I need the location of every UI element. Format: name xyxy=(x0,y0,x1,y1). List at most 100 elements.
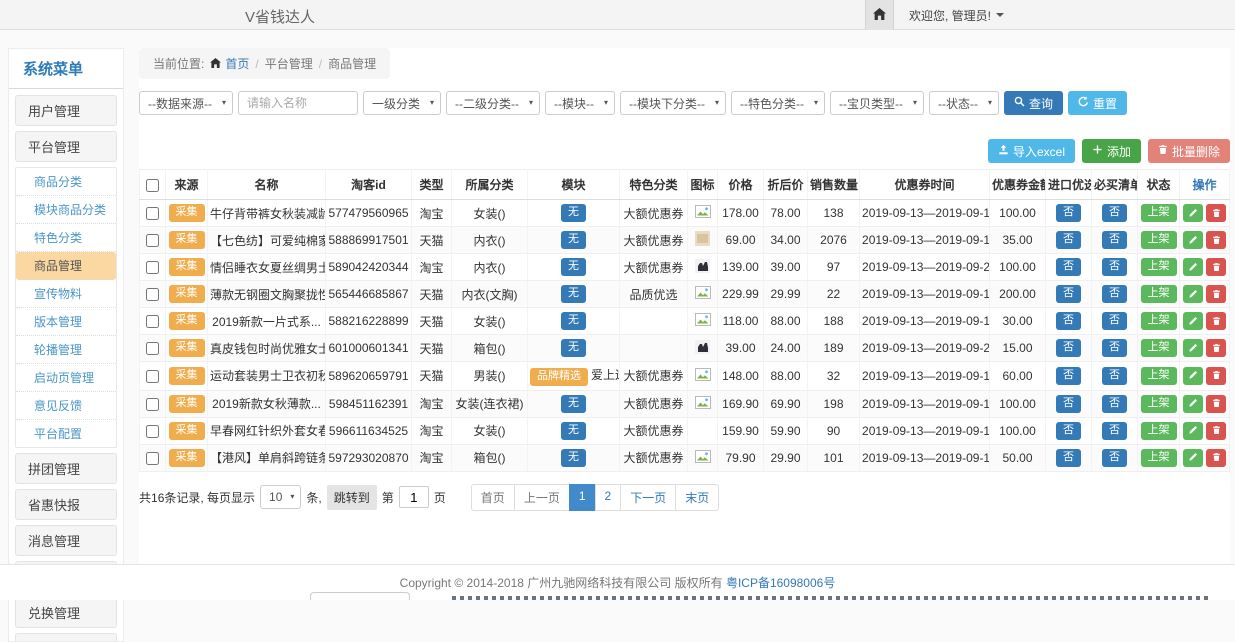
filter-select[interactable]: --模块下分类--▾ xyxy=(620,91,726,115)
import-flag-badge[interactable]: 否 xyxy=(1056,395,1081,413)
row-checkbox[interactable] xyxy=(146,288,159,301)
status-badge[interactable]: 上架 xyxy=(1141,449,1177,467)
page-number-input[interactable] xyxy=(399,486,429,508)
edit-button[interactable] xyxy=(1183,312,1203,330)
row-checkbox[interactable] xyxy=(146,207,159,220)
sidebar-subitem[interactable]: 商品管理 xyxy=(16,252,116,280)
import-flag-badge[interactable]: 否 xyxy=(1056,204,1081,222)
sidebar-subitem[interactable]: 商品分类 xyxy=(16,168,116,196)
delete-button[interactable] xyxy=(1206,258,1226,276)
import-excel-button[interactable]: 导入excel xyxy=(988,139,1075,163)
home-button[interactable] xyxy=(865,0,894,30)
sidebar-item[interactable]: 兑换管理 xyxy=(15,597,117,628)
must-buy-badge[interactable]: 否 xyxy=(1102,367,1127,385)
module-badge[interactable]: 无 xyxy=(561,258,586,276)
module-badge[interactable]: 无 xyxy=(561,204,586,222)
status-badge[interactable]: 上架 xyxy=(1141,231,1177,249)
row-checkbox[interactable] xyxy=(146,315,159,328)
module-badge[interactable]: 无 xyxy=(561,231,586,249)
sidebar-subitem[interactable]: 意见反馈 xyxy=(16,392,116,420)
sidebar-item[interactable]: 省惠快报 xyxy=(15,489,117,520)
module-badge[interactable]: 无 xyxy=(561,449,586,467)
status-badge[interactable]: 上架 xyxy=(1141,204,1177,222)
user-menu[interactable]: 欢迎您, 管理员! xyxy=(909,7,1004,24)
sidebar-subitem[interactable]: 轮播管理 xyxy=(16,336,116,364)
sidebar-item[interactable]: 消息管理 xyxy=(15,525,117,556)
edit-button[interactable] xyxy=(1183,258,1203,276)
row-checkbox[interactable] xyxy=(146,261,159,274)
status-badge[interactable]: 上架 xyxy=(1141,258,1177,276)
module-badge[interactable]: 无 xyxy=(561,395,586,413)
filter-select[interactable]: --数据来源--▾ xyxy=(139,91,233,115)
batch-delete-button[interactable]: 批量删除 xyxy=(1148,139,1230,163)
must-buy-badge[interactable]: 否 xyxy=(1102,449,1127,467)
page-button[interactable]: 下一页 xyxy=(620,484,676,511)
row-checkbox[interactable] xyxy=(146,342,159,355)
must-buy-badge[interactable]: 否 xyxy=(1102,231,1127,249)
status-badge[interactable]: 上架 xyxy=(1141,285,1177,303)
page-size-select[interactable]: 10 ▾ xyxy=(260,485,301,509)
edit-button[interactable] xyxy=(1183,339,1203,357)
must-buy-badge[interactable]: 否 xyxy=(1102,422,1127,440)
filter-select[interactable]: 一级分类▾ xyxy=(363,91,441,115)
jump-button[interactable]: 跳转到 xyxy=(327,485,377,510)
import-flag-badge[interactable]: 否 xyxy=(1056,339,1081,357)
must-buy-badge[interactable]: 否 xyxy=(1102,339,1127,357)
row-checkbox[interactable] xyxy=(146,370,159,383)
module-badge[interactable]: 无 xyxy=(561,285,586,303)
delete-button[interactable] xyxy=(1206,449,1226,467)
filter-select[interactable]: --状态--▾ xyxy=(929,91,999,115)
sidebar-subitem[interactable]: 启动页管理 xyxy=(16,364,116,392)
must-buy-badge[interactable]: 否 xyxy=(1102,258,1127,276)
module-badge[interactable]: 品牌精选 xyxy=(530,368,588,386)
sidebar-item[interactable]: 平台管理 xyxy=(15,131,117,162)
edit-button[interactable] xyxy=(1183,449,1203,467)
page-button[interactable]: 上一页 xyxy=(514,484,570,511)
icp-link[interactable]: 粤ICP备16098006号 xyxy=(726,576,835,590)
row-checkbox[interactable] xyxy=(146,234,159,247)
sidebar-item[interactable]: 用户管理 xyxy=(15,95,117,126)
must-buy-badge[interactable]: 否 xyxy=(1102,312,1127,330)
row-checkbox[interactable] xyxy=(146,452,159,465)
breadcrumb-home-link[interactable]: 首页 xyxy=(210,55,249,72)
status-badge[interactable]: 上架 xyxy=(1141,312,1177,330)
delete-button[interactable] xyxy=(1206,422,1226,440)
delete-button[interactable] xyxy=(1206,339,1226,357)
import-flag-badge[interactable]: 否 xyxy=(1056,422,1081,440)
delete-button[interactable] xyxy=(1206,312,1226,330)
status-badge[interactable]: 上架 xyxy=(1141,339,1177,357)
delete-button[interactable] xyxy=(1206,204,1226,222)
must-buy-badge[interactable]: 否 xyxy=(1102,204,1127,222)
edit-button[interactable] xyxy=(1183,204,1203,222)
row-checkbox[interactable] xyxy=(146,425,159,438)
import-flag-badge[interactable]: 否 xyxy=(1056,449,1081,467)
delete-button[interactable] xyxy=(1206,231,1226,249)
delete-button[interactable] xyxy=(1206,367,1226,385)
page-button[interactable]: 1 xyxy=(569,484,596,511)
delete-button[interactable] xyxy=(1206,285,1226,303)
status-badge[interactable]: 上架 xyxy=(1141,422,1177,440)
reset-button[interactable]: 重置 xyxy=(1068,91,1127,115)
filter-select[interactable]: --模块--▾ xyxy=(545,91,615,115)
search-button[interactable]: 查询 xyxy=(1004,91,1063,115)
module-badge[interactable]: 无 xyxy=(561,312,586,330)
filter-select[interactable]: --宝贝类型--▾ xyxy=(830,91,924,115)
import-flag-badge[interactable]: 否 xyxy=(1056,367,1081,385)
sidebar-subitem[interactable]: 宣传物料 xyxy=(16,280,116,308)
edit-button[interactable] xyxy=(1183,367,1203,385)
row-checkbox[interactable] xyxy=(146,398,159,411)
page-button[interactable]: 末页 xyxy=(675,484,719,511)
delete-button[interactable] xyxy=(1206,395,1226,413)
import-flag-badge[interactable]: 否 xyxy=(1056,285,1081,303)
must-buy-badge[interactable]: 否 xyxy=(1102,285,1127,303)
module-badge[interactable]: 无 xyxy=(561,422,586,440)
sidebar-subitem[interactable]: 模块商品分类 xyxy=(16,196,116,224)
filter-select[interactable]: --特色分类--▾ xyxy=(731,91,825,115)
must-buy-badge[interactable]: 否 xyxy=(1102,395,1127,413)
status-badge[interactable]: 上架 xyxy=(1141,395,1177,413)
status-badge[interactable]: 上架 xyxy=(1141,367,1177,385)
import-flag-badge[interactable]: 否 xyxy=(1056,312,1081,330)
page-button[interactable]: 2 xyxy=(595,484,622,511)
edit-button[interactable] xyxy=(1183,285,1203,303)
edit-button[interactable] xyxy=(1183,395,1203,413)
